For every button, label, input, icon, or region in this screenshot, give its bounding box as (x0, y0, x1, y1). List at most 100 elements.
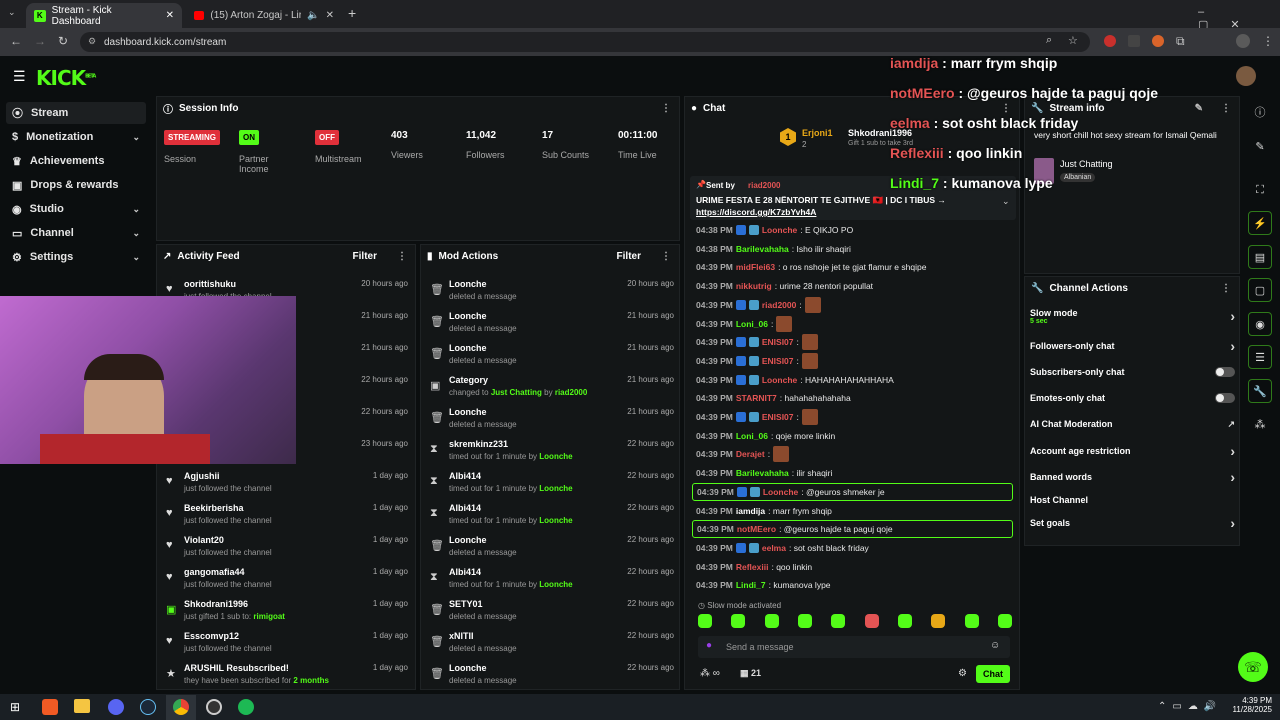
lightning-icon[interactable]: ⚡ (1248, 211, 1272, 235)
chat-username[interactable]: Barilevahaha (736, 244, 789, 254)
chat-message[interactable]: 04:38 PM Loonche: E QIKJO PO (696, 221, 1016, 239)
mod-action-item[interactable]: ⧗ Albi414 timed out for 1 minute by Loonch… (426, 501, 674, 531)
user-avatar[interactable] (1236, 66, 1256, 86)
chat-username[interactable]: Derajet (736, 449, 765, 459)
more-icon[interactable]: ⋮ (661, 103, 671, 114)
chat-message[interactable]: 04:38 PM Barilevahaha: Isho ilir shaqiri (696, 240, 1016, 258)
chat-username[interactable]: STARNIT7 (736, 393, 777, 403)
close-icon[interactable]: ✕ (166, 10, 174, 21)
chat-message[interactable]: 04:39 PM riad2000: (696, 296, 1016, 314)
mod-action-item[interactable]: 🗑 Loonche deleted a message 21 hours ago (426, 405, 674, 435)
send-chat-button[interactable]: Chat (976, 665, 1010, 683)
info-icon[interactable]: ⓘ (1248, 100, 1272, 124)
filter-button[interactable]: Filter (617, 251, 641, 262)
channel-action-item[interactable]: Followers-only chat › (1030, 336, 1235, 356)
address-bar[interactable]: ⚙ dashboard.kick.com/stream ⌕ ☆ (80, 32, 1090, 52)
chat-username[interactable]: ENISI07 (762, 412, 794, 422)
reload-icon[interactable]: ↻ (58, 34, 68, 48)
mod-action-item[interactable]: 🗑 Loonche deleted a message 21 hours ago (426, 309, 674, 339)
activity-item[interactable]: ▣ Shkodrani1996 just gifted 1 sub to: rimi… (162, 597, 408, 627)
extension-icon[interactable] (1128, 35, 1140, 47)
more-icon[interactable]: ⋮ (1221, 283, 1231, 294)
settings-cluster-icon[interactable]: ⁂ ∞ (700, 668, 720, 679)
chat-username[interactable]: notMEero (737, 524, 776, 534)
chat-username[interactable]: Loni_06 (736, 431, 768, 441)
chat-message[interactable]: 04:39 PM ENISI07: (696, 333, 1016, 351)
chat-message[interactable]: 04:39 PM Loonche: @geuros shmeker je (692, 482, 1013, 501)
mod-action-item[interactable]: 🗑 xNITII deleted a message 22 hours ago (426, 629, 674, 659)
zoom-icon[interactable]: ⌕ (1046, 34, 1052, 47)
chat-username[interactable]: Loonche (763, 487, 798, 497)
chat-username[interactable]: Reflexiii (736, 562, 769, 572)
chat-message[interactable]: 04:39 PM Derajet: (696, 445, 1016, 463)
chat-username[interactable]: Loonche (762, 375, 797, 385)
steam-icon[interactable] (140, 699, 156, 715)
people-icon[interactable]: ⁂ (1248, 412, 1272, 436)
chat-message[interactable]: 04:39 PM ENISI07: (696, 408, 1016, 426)
chat-message[interactable]: 04:39 PM iamdija: marr frym shqip (696, 502, 1016, 520)
gear-icon[interactable]: ⚙ (958, 668, 967, 679)
emote-icon[interactable] (897, 614, 912, 628)
channel-action-item[interactable]: Host Channel (1030, 490, 1235, 510)
mod-action-item[interactable]: ⧗ skremkinz231 timed out for 1 minute by L… (426, 437, 674, 467)
sidebar-item-studio[interactable]: ◉ Studio ⌄ (6, 198, 146, 220)
emote-icon[interactable] (931, 614, 946, 628)
chat-username[interactable]: Loonche (762, 225, 797, 235)
emoji-icon[interactable]: ☺ (990, 640, 1000, 651)
site-info-icon[interactable]: ⚙ (88, 36, 96, 47)
sidebar-item-drops[interactable]: ▣ Drops & rewards (6, 174, 146, 196)
chat-username[interactable]: nikkutrig (736, 281, 772, 291)
system-tray[interactable]: ⌃▭☁🔊 (1158, 701, 1222, 712)
sidebar-item-stream[interactable]: ⦿ Stream (6, 102, 146, 124)
new-tab-plus-icon[interactable]: + (348, 5, 356, 21)
chat-username[interactable]: ENISI07 (762, 337, 794, 347)
chat-message[interactable]: 04:39 PM midFlei63: o ros nshoje jet te g… (696, 258, 1016, 276)
tab-youtube[interactable]: (15) Arton Zogaj - Liria Ka E 🔈 ✕ (186, 3, 342, 28)
channel-action-item[interactable]: Emotes-only chat (1030, 388, 1235, 408)
mod-action-item[interactable]: 🗑 Loonche deleted a message 20 hours ago (426, 277, 674, 307)
back-icon[interactable]: ← (10, 34, 22, 48)
more-icon[interactable]: ⋮ (397, 251, 407, 262)
activity-item[interactable]: ★ ARUSHIL Resubscribed! they have been sub… (162, 661, 408, 691)
kick-logo[interactable]: KICKBETA (36, 66, 96, 90)
discord-icon[interactable] (108, 699, 124, 715)
sidebar-item-settings[interactable]: ⚙ Settings ⌄ (6, 246, 146, 268)
chat-username[interactable]: eelma (762, 543, 786, 553)
more-icon[interactable]: ⋮ (661, 251, 671, 262)
activity-item[interactable]: ♥ gangomafia44 just followed the channel 1 … (162, 565, 408, 595)
file-explorer-icon[interactable] (74, 699, 90, 713)
mod-action-item[interactable]: ⧗ Albi414 timed out for 1 minute by Loonch… (426, 565, 674, 595)
list-icon[interactable]: ☰ (1248, 345, 1272, 369)
mod-action-item[interactable]: 🗑 Loonche deleted a message 22 hours ago (426, 661, 674, 691)
tab-kick-dashboard[interactable]: K Stream - Kick Dashboard ✕ (26, 3, 182, 28)
puzzle-icon[interactable]: ⧉ (1176, 34, 1185, 49)
expand-icon[interactable]: ⛶ (1248, 178, 1272, 202)
activity-item[interactable]: ♥ Agjushii just followed the channel 1 day … (162, 469, 408, 499)
mod-action-item[interactable]: 🗑 Loonche deleted a message 22 hours ago (426, 533, 674, 563)
channel-action-item[interactable]: Account age restriction › (1030, 441, 1235, 461)
profile-avatar[interactable] (1236, 34, 1250, 48)
chat-input[interactable]: ● Send a message ☺ (698, 636, 1010, 658)
obs-icon[interactable] (206, 699, 222, 715)
chat-username[interactable]: Loni_06 (736, 319, 768, 329)
channel-action-item[interactable]: Banned words › (1030, 467, 1235, 487)
channel-action-item[interactable]: Subscribers-only chat (1030, 362, 1235, 382)
channel-action-item[interactable]: Slow mode 5 sec › (1030, 306, 1235, 326)
help-support-icon[interactable]: ☏ (1238, 652, 1268, 682)
toggle-switch[interactable] (1215, 393, 1235, 403)
chat-message[interactable]: 04:39 PM Loonche: HAHAHAHAHAHHAHA (696, 371, 1016, 389)
activity-item[interactable]: ♥ Beekirberisha just followed the channel 1… (162, 501, 408, 531)
hamburger-menu-icon[interactable]: ☰ (13, 68, 26, 85)
sidebar-item-channel[interactable]: ▭ Channel ⌄ (6, 222, 146, 244)
chat-username[interactable]: iamdija (736, 506, 765, 516)
chat-message[interactable]: 04:39 PM ENISI07: (696, 352, 1016, 370)
emote-icon[interactable] (831, 614, 846, 628)
spotify-icon[interactable] (238, 699, 254, 715)
chat-message[interactable]: 04:39 PM eelma: sot osht black friday (696, 539, 1016, 557)
emote-icon[interactable] (964, 614, 979, 628)
windows-start-icon[interactable]: ⊞ (10, 700, 20, 714)
mod-action-item[interactable]: 🗑 SETY01 deleted a message 22 hours ago (426, 597, 674, 627)
chat-message[interactable]: 04:39 PM Loni_06: (696, 315, 1016, 333)
chat-username[interactable]: ENISI07 (762, 356, 794, 366)
emote-icon[interactable] (997, 614, 1012, 628)
